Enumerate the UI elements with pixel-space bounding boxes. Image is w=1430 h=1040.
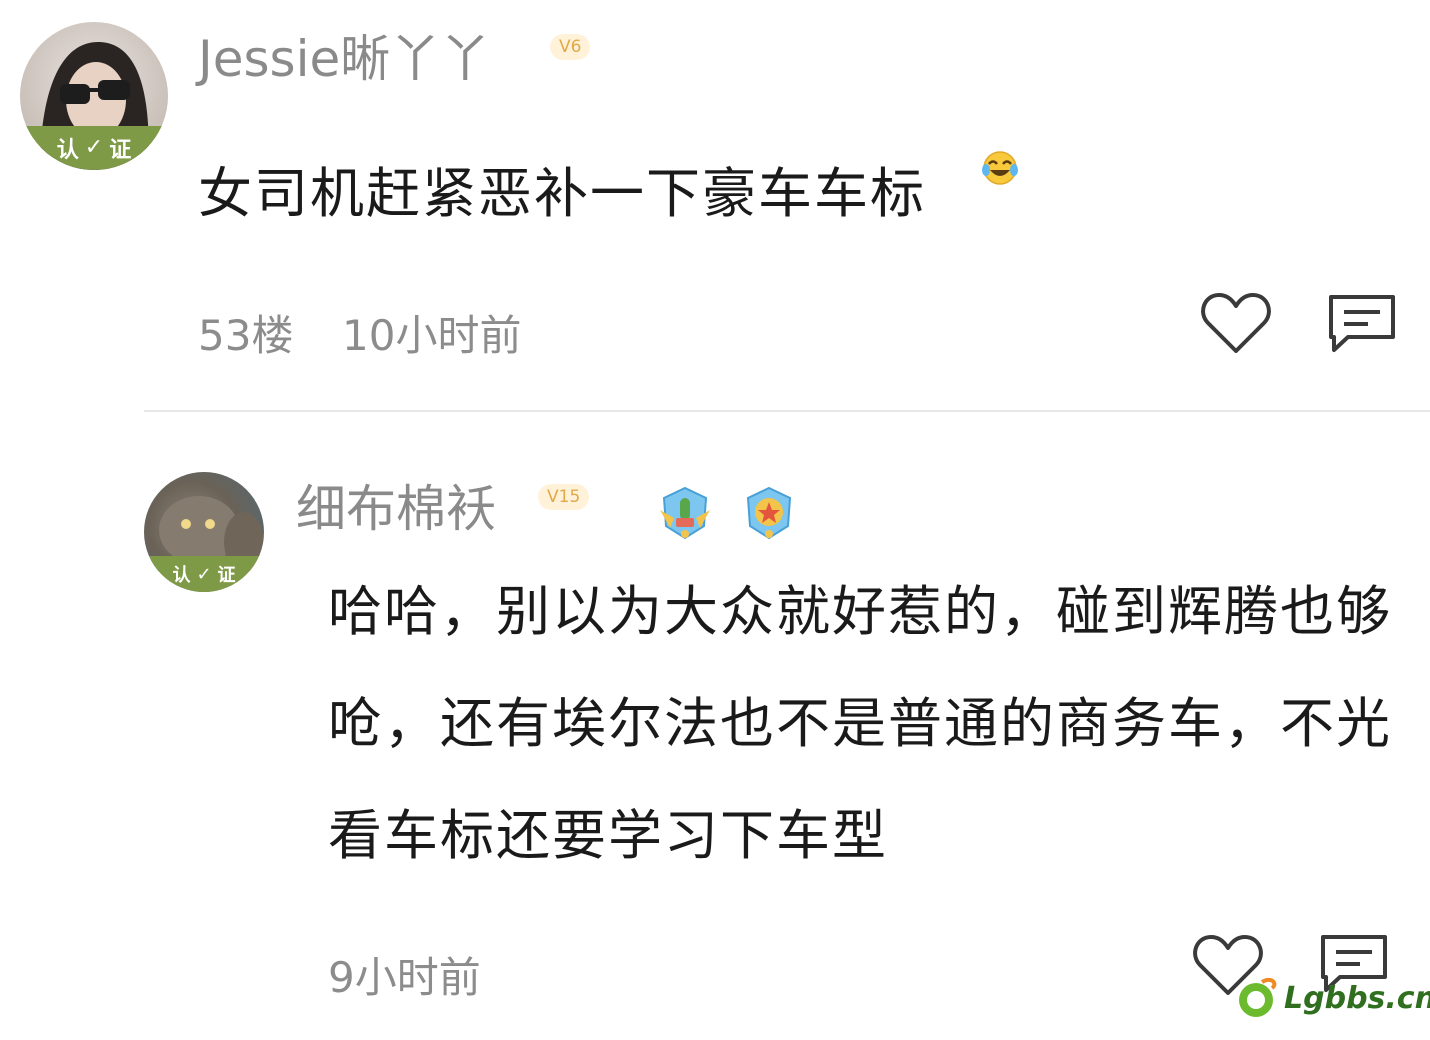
- avatar[interactable]: 认 ✓ 证: [144, 472, 264, 592]
- level-badge: V6: [550, 34, 591, 61]
- check-icon: ✓: [196, 563, 212, 585]
- watermark-text: Lgbbs.cn: [1284, 980, 1430, 1016]
- verified-badge: 认 ✓ 证: [144, 556, 264, 592]
- verify-label-right: 证: [109, 137, 132, 163]
- timestamp: 10小时前: [342, 311, 522, 360]
- comment-text: 女司机赶紧恶补一下豪车车标: [198, 138, 1018, 250]
- cactus-medal-icon[interactable]: [656, 484, 714, 542]
- verify-label-left: 认: [56, 137, 79, 163]
- star-medal-icon[interactable]: [740, 484, 798, 542]
- comment-icon: [1329, 295, 1395, 352]
- watermark: Lgbbs.cn: [1232, 974, 1430, 1022]
- verified-badge: 认 ✓ 证: [20, 125, 168, 170]
- avatar[interactable]: 认 ✓ 证: [20, 22, 168, 170]
- floor-number: 53楼: [198, 311, 294, 360]
- comment-text-content: 女司机赶紧恶补一下豪车车标: [198, 162, 926, 225]
- comment-text: 哈哈，别以为大众就好惹的，碰到辉腾也够呛，还有埃尔法也不是普通的商务车，不光看车…: [328, 580, 1392, 867]
- cactus-medal-image: [660, 486, 710, 540]
- site-logo-icon: [1239, 977, 1277, 1017]
- laughing-tears-icon: [982, 151, 1018, 185]
- verify-label-right: 证: [217, 565, 236, 586]
- divider: [144, 410, 1430, 412]
- username[interactable]: Jessie晰丫丫: [198, 34, 490, 84]
- username[interactable]: 细布棉袄: [296, 484, 496, 534]
- level-badge: V15: [538, 484, 590, 511]
- verify-label-left: 认: [172, 565, 191, 586]
- star-medal-image: [746, 486, 792, 540]
- like-button[interactable]: [1200, 290, 1272, 356]
- check-icon: ✓: [84, 135, 104, 161]
- reply-button[interactable]: [1326, 292, 1398, 356]
- timestamp: 9小时前: [328, 953, 481, 1002]
- heart-icon: [1201, 293, 1271, 353]
